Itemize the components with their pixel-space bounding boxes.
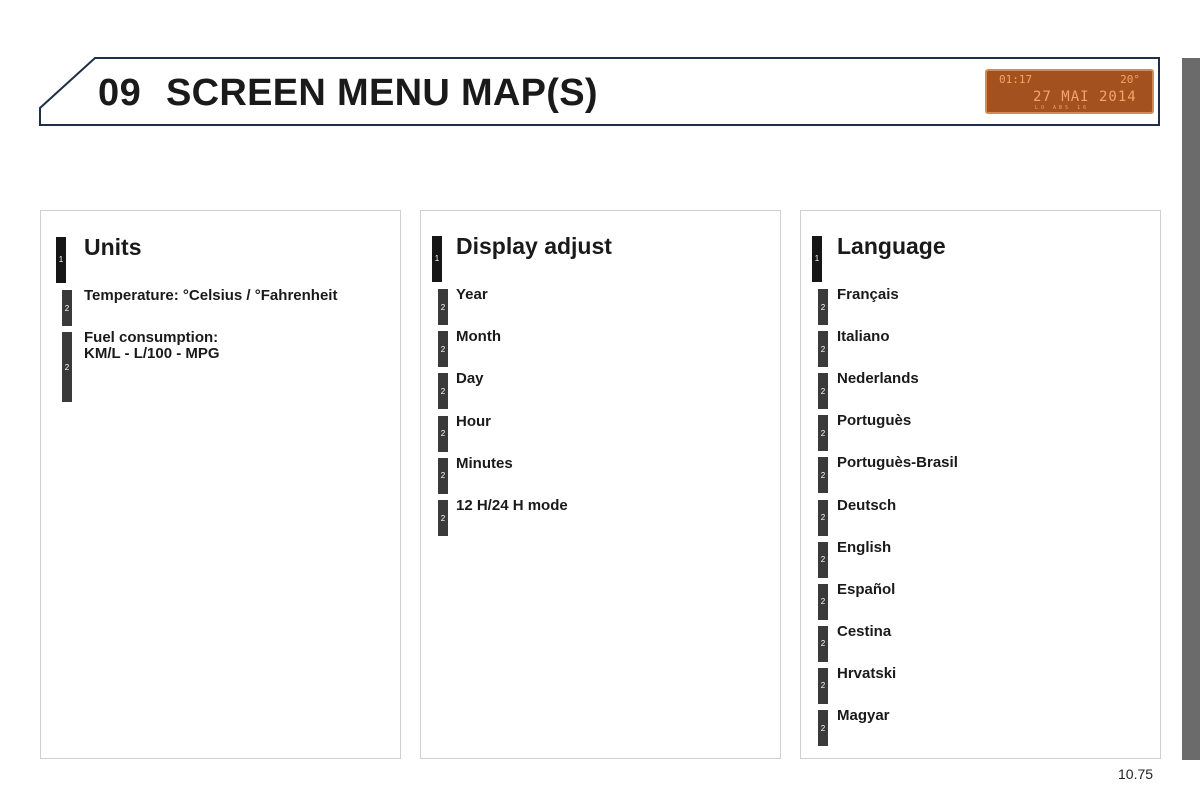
- level-2-marker: 2: [438, 331, 448, 368]
- lcd-temperature: 20°: [1120, 73, 1140, 86]
- menu-item-line: Hour: [456, 412, 491, 430]
- menu-item: Fuel consumption: KM/L - L/100 - MPG: [84, 330, 220, 362]
- menu-item-line: Year: [456, 286, 488, 303]
- menu-item: Minutes: [456, 454, 513, 472]
- menu-item: Italiano: [837, 329, 890, 345]
- menu-item-line: Temperature: °Celsius / °Fahrenheit: [84, 287, 338, 304]
- level-2-marker: 2: [62, 290, 72, 326]
- menu-item: Day: [456, 371, 484, 387]
- menu-item-line: Month: [456, 328, 501, 346]
- menu-item: Temperature: °Celsius / °Fahrenheit: [84, 288, 337, 304]
- menu-item-line: Hrvatski: [837, 664, 897, 682]
- level-2-marker: 2: [62, 332, 72, 402]
- menu-panel-2: 1 Language 2 Français 2 Italiano 2 Nederlands 2 P…: [800, 210, 1161, 759]
- menu-item-line: KM/L - L/100 - MPG: [84, 345, 220, 362]
- menu-item: Nederlands: [837, 371, 919, 387]
- menu-item-line: Cestina: [837, 622, 892, 640]
- level-1-marker: 1: [812, 236, 822, 282]
- menu-item: English: [837, 538, 892, 556]
- level-2-marker: 2: [818, 541, 828, 578]
- menu-panel-1: 1 Display adjust 2 Year 2 Month 2 Day 2 Hour 2 Minu…: [420, 210, 781, 759]
- menu-item: Français: [837, 287, 899, 303]
- menu-item-line: English: [837, 538, 892, 556]
- lcd-time: 01:17: [999, 73, 1033, 86]
- level-2-marker: 2: [818, 710, 828, 746]
- level-2-marker: 2: [818, 583, 828, 620]
- page-number: 10.75: [1118, 766, 1154, 782]
- menu-item-line: Day: [456, 370, 484, 388]
- menu-item: Magyar: [837, 708, 890, 724]
- menu-item-line: Fuel consumption:: [84, 329, 219, 346]
- menu-item: Deutsch: [837, 496, 897, 514]
- menu-item-line: Nederlands: [837, 370, 919, 388]
- level-2-marker: 2: [438, 289, 448, 325]
- menu-item-line: Minutes: [456, 454, 513, 472]
- menu-item-line: Italiano: [837, 328, 890, 346]
- panel-title: Units: [84, 234, 142, 260]
- level-2-marker: 2: [818, 331, 828, 368]
- menu-item: Hrvatski: [837, 664, 897, 682]
- level-2-marker: 2: [438, 457, 448, 494]
- lcd-date: 27 MAI 2014: [1033, 89, 1137, 105]
- page-title: SCREEN MENU MAP(S): [166, 72, 598, 114]
- panel-title: Display adjust: [456, 233, 612, 259]
- lcd-display-image: 01:17 20° 27 MAI 2014 LO ABS 16: [985, 69, 1154, 114]
- menu-item-line: Portuguès-Brasil: [837, 454, 958, 472]
- chapter-number: 09: [98, 72, 142, 114]
- menu-item-line: Français: [837, 286, 899, 303]
- level-2-marker: 2: [818, 289, 828, 325]
- level-2-marker: 2: [438, 500, 448, 536]
- lcd-status: LO ABS 16: [1035, 105, 1090, 111]
- level-2-marker: 2: [818, 373, 828, 410]
- level-1-marker: 1: [56, 237, 66, 283]
- level-2-marker: 2: [818, 457, 828, 494]
- menu-item: 12 H/24 H mode: [456, 498, 568, 514]
- panel-title: Language: [837, 233, 946, 259]
- menu-item-line: Deutsch: [837, 496, 897, 514]
- page-header: 09 SCREEN MENU MAP(S) 01:17 20° 27 MAI 2…: [0, 0, 1200, 140]
- menu-item: Month: [456, 329, 501, 345]
- menu-item-line: 12 H/24 H mode: [456, 497, 568, 514]
- menu-item: Hour: [456, 412, 491, 430]
- level-2-marker: 2: [438, 415, 448, 452]
- level-2-marker: 2: [818, 667, 828, 704]
- side-tab-bar: [1182, 58, 1200, 760]
- level-1-marker: 1: [432, 236, 442, 282]
- level-2-marker: 2: [818, 415, 828, 452]
- level-2-marker: 2: [438, 373, 448, 410]
- menu-item-line: Magyar: [837, 707, 890, 724]
- menu-item: Cestina: [837, 622, 892, 640]
- menu-panel-0: 1 Units 2 Temperature: °Celsius / °Fahrenhe…: [40, 210, 401, 759]
- menu-item: Portuguès-Brasil: [837, 455, 958, 471]
- menu-item: Portuguès: [837, 413, 911, 429]
- level-2-marker: 2: [818, 499, 828, 536]
- menu-item-line: Portuguès: [837, 412, 912, 430]
- menu-item: Español: [837, 580, 896, 598]
- level-2-marker: 2: [818, 625, 828, 662]
- menu-item-line: Español: [837, 580, 896, 598]
- menu-item: Year: [456, 287, 488, 303]
